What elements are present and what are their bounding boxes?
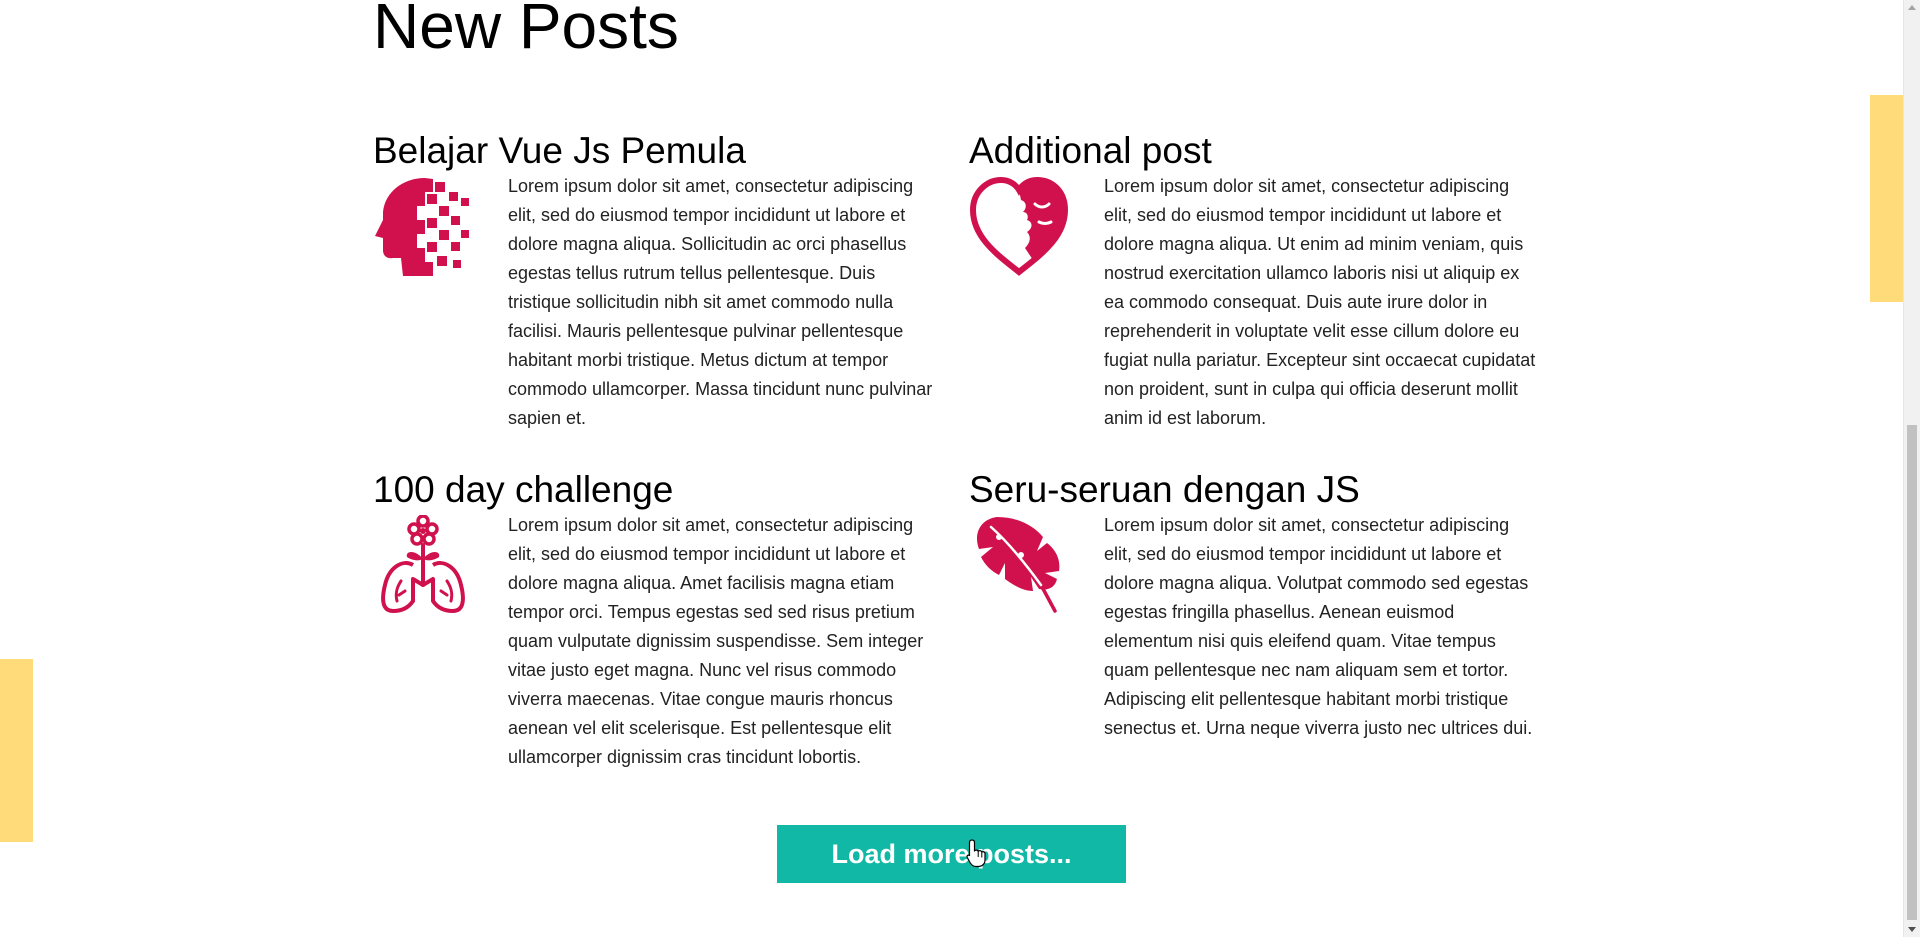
vertical-scrollbar[interactable] xyxy=(1903,0,1920,937)
post-card: 100 day challenge Lorem ipsum dolor sit … xyxy=(373,469,948,772)
scrollbar-thumb[interactable] xyxy=(1907,425,1917,920)
post-title[interactable]: Belajar Vue Js Pemula xyxy=(373,130,948,172)
scroll-up-arrow-icon[interactable] xyxy=(1908,5,1916,10)
posts-grid: Belajar Vue Js Pemula Lorem ipsum dolor … xyxy=(373,0,1543,937)
heart-face-icon xyxy=(969,176,1069,276)
pixel-head-icon xyxy=(373,176,473,276)
post-card: Belajar Vue Js Pemula Lorem ipsum dolor … xyxy=(373,130,948,433)
post-excerpt: Lorem ipsum dolor sit amet, consectetur … xyxy=(1104,515,1533,738)
post-body: Lorem ipsum dolor sit amet, consectetur … xyxy=(373,172,948,433)
post-title[interactable]: Additional post xyxy=(969,130,1544,172)
post-card: Seru-seruan dengan JS Lorem ipsum dolor … xyxy=(969,469,1544,743)
accent-block-left xyxy=(0,659,33,842)
post-body: Lorem ipsum dolor sit amet, consectetur … xyxy=(969,172,1544,433)
post-excerpt: Lorem ipsum dolor sit amet, consectetur … xyxy=(1104,176,1536,428)
post-body: Lorem ipsum dolor sit amet, consectetur … xyxy=(373,511,948,772)
lungs-flower-icon xyxy=(373,515,473,615)
hand-pointer-cursor-icon xyxy=(966,839,986,868)
post-excerpt: Lorem ipsum dolor sit amet, consectetur … xyxy=(508,515,924,767)
accent-block-right xyxy=(1870,95,1904,302)
post-body: Lorem ipsum dolor sit amet, consectetur … xyxy=(969,511,1544,743)
post-title[interactable]: 100 day challenge xyxy=(373,469,948,511)
post-title[interactable]: Seru-seruan dengan JS xyxy=(969,469,1544,511)
monstera-leaf-icon xyxy=(969,515,1069,615)
scroll-down-arrow-icon[interactable] xyxy=(1908,927,1916,932)
post-excerpt: Lorem ipsum dolor sit amet, consectetur … xyxy=(508,176,933,428)
post-card: Additional post Lorem ipsum dolor sit am… xyxy=(969,130,1544,433)
load-more-button[interactable]: Load more posts... xyxy=(777,825,1126,883)
